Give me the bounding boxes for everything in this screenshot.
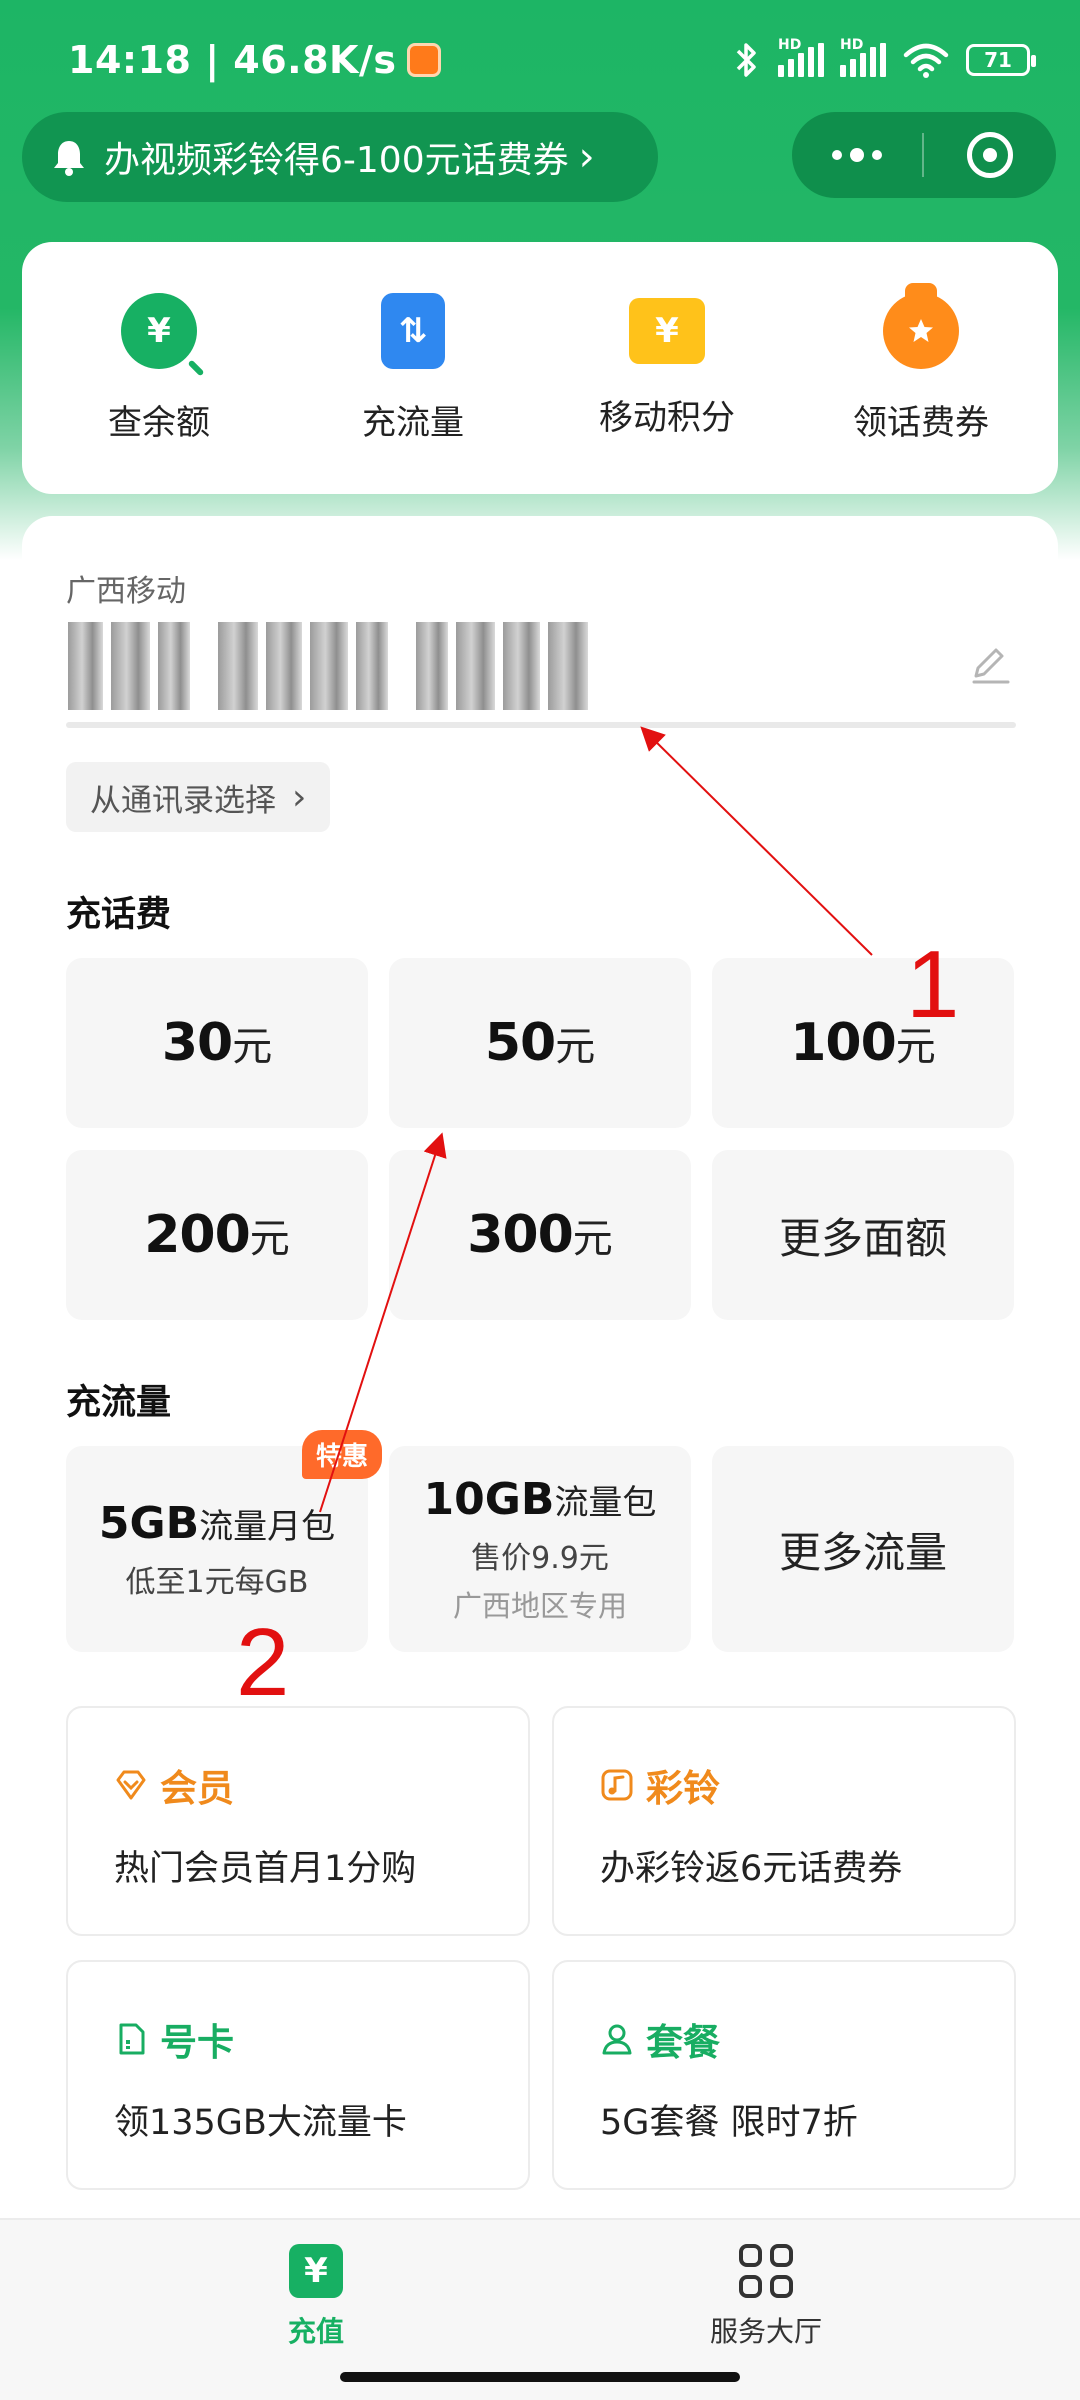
close-miniapp-button[interactable] [924, 112, 1056, 198]
promo-card-ringtone[interactable]: 彩铃 办彩铃返6元话费券 [552, 1706, 1016, 1936]
quick-action-label: 领话费券 [853, 402, 989, 443]
home-indicator[interactable] [340, 2372, 740, 2382]
bluetooth-icon [736, 43, 756, 77]
nav-tab-recharge[interactable]: ¥ 充值 [216, 2244, 416, 2350]
recharge-yuan-icon: ¥ [289, 2244, 343, 2298]
status-left: 14:18 | 46.8K/s [68, 38, 441, 82]
more-amounts-tile[interactable]: 更多面额 [712, 1150, 1014, 1320]
user-plan-icon [602, 2024, 632, 2055]
miniapp-capsule [792, 112, 1056, 198]
quick-action-points[interactable]: ¥ 移动积分 [547, 297, 787, 439]
battery-icon: 71 [966, 44, 1036, 76]
promo-card-sim[interactable]: 号卡 领135GB大流量卡 [66, 1960, 530, 2190]
status-bar: 14:18 | 46.8K/s HD HD 71 [0, 0, 1080, 120]
recharge-section-title: 充话费 [66, 895, 172, 935]
bell-icon [54, 141, 84, 176]
hd-label: HD [840, 37, 864, 53]
chevron-right-icon: › [292, 776, 307, 818]
status-right: HD HD 71 [732, 37, 1036, 79]
data-plan-10gb[interactable]: 10GB流量包 售价9.9元 广西地区专用 [389, 1446, 691, 1652]
phone-input-underline [66, 722, 1016, 728]
recharge-tile-30[interactable]: 30元 [66, 958, 368, 1128]
sim-card-icon [119, 2023, 145, 2055]
more-data-tile[interactable]: 更多流量 [712, 1446, 1014, 1652]
quick-action-balance[interactable]: ¥ 查余额 [39, 292, 279, 444]
promo-card-plan[interactable]: 套餐 5G套餐 限时7折 [552, 1960, 1016, 2190]
recharge-card: 广西移动 从通讯录选择 › 充话费 30元 50元 100元 200元 300元… [22, 516, 1058, 2216]
special-offer-badge: 特惠 [301, 1430, 382, 1479]
promo-card-vip[interactable]: 会员 热门会员首月1分购 [66, 1706, 530, 1936]
data-section-title: 充流量 [66, 1383, 172, 1423]
music-note-icon [601, 1769, 633, 1801]
carrier-label: 广西移动 [66, 574, 186, 609]
quick-action-coupon[interactable]: 领话费券 [801, 282, 1041, 444]
annotation-number-2: 2 [236, 1609, 290, 1716]
recharge-tile-50[interactable]: 50元 [389, 958, 691, 1128]
wifi-icon [903, 43, 949, 78]
app-notification-icon [406, 43, 441, 77]
signal-2-icon: HD [840, 37, 886, 77]
quick-action-data[interactable]: ⇅ 充流量 [293, 292, 533, 444]
quick-action-label: 充流量 [362, 402, 464, 443]
nav-tab-service-hall[interactable]: 服务大厅 [666, 2244, 866, 2350]
recharge-tile-100[interactable]: 100元 [712, 958, 1014, 1128]
annotation-number-1: 1 [906, 931, 960, 1038]
notice-text: 办视频彩铃得6-100元话费券 [104, 140, 569, 181]
points-ticket-icon: ¥ [629, 297, 705, 364]
status-time-speed: 14:18 | 46.8K/s [68, 38, 397, 82]
coupon-bag-icon [883, 282, 959, 369]
data-transfer-icon: ⇅ [381, 292, 445, 369]
dot-icon [832, 150, 842, 160]
quick-action-label: 移动积分 [599, 397, 735, 438]
battery-level: 71 [984, 48, 1012, 72]
promo-notice-bar[interactable]: 办视频彩铃得6-100元话费券 › [22, 112, 658, 202]
grid-icon [739, 2244, 793, 2298]
target-icon [967, 132, 1013, 178]
phone-number-input[interactable] [68, 620, 589, 712]
recharge-tile-200[interactable]: 200元 [66, 1150, 368, 1320]
contacts-button-label: 从通讯录选择 [90, 782, 276, 819]
vip-diamond-icon [116, 1770, 146, 1800]
more-options-button[interactable] [792, 112, 922, 198]
dot-icon [872, 150, 882, 160]
signal-1-icon: HD [778, 37, 824, 77]
recharge-tile-300[interactable]: 300元 [389, 1150, 691, 1320]
quick-action-label: 查余额 [108, 402, 210, 443]
chevron-right-icon: › [578, 134, 595, 180]
edit-icon[interactable] [968, 642, 1012, 686]
data-plan-5gb[interactable]: 特惠 5GB流量月包 低至1元每GB [66, 1430, 382, 1652]
dot-icon [850, 148, 864, 162]
balance-yuan-icon: ¥ [121, 292, 197, 369]
select-from-contacts-button[interactable]: 从通讯录选择 › [66, 762, 331, 832]
hd-label: HD [778, 37, 802, 53]
quick-actions-card: ¥ 查余额 ⇅ 充流量 ¥ 移动积分 领话费券 [22, 242, 1058, 494]
